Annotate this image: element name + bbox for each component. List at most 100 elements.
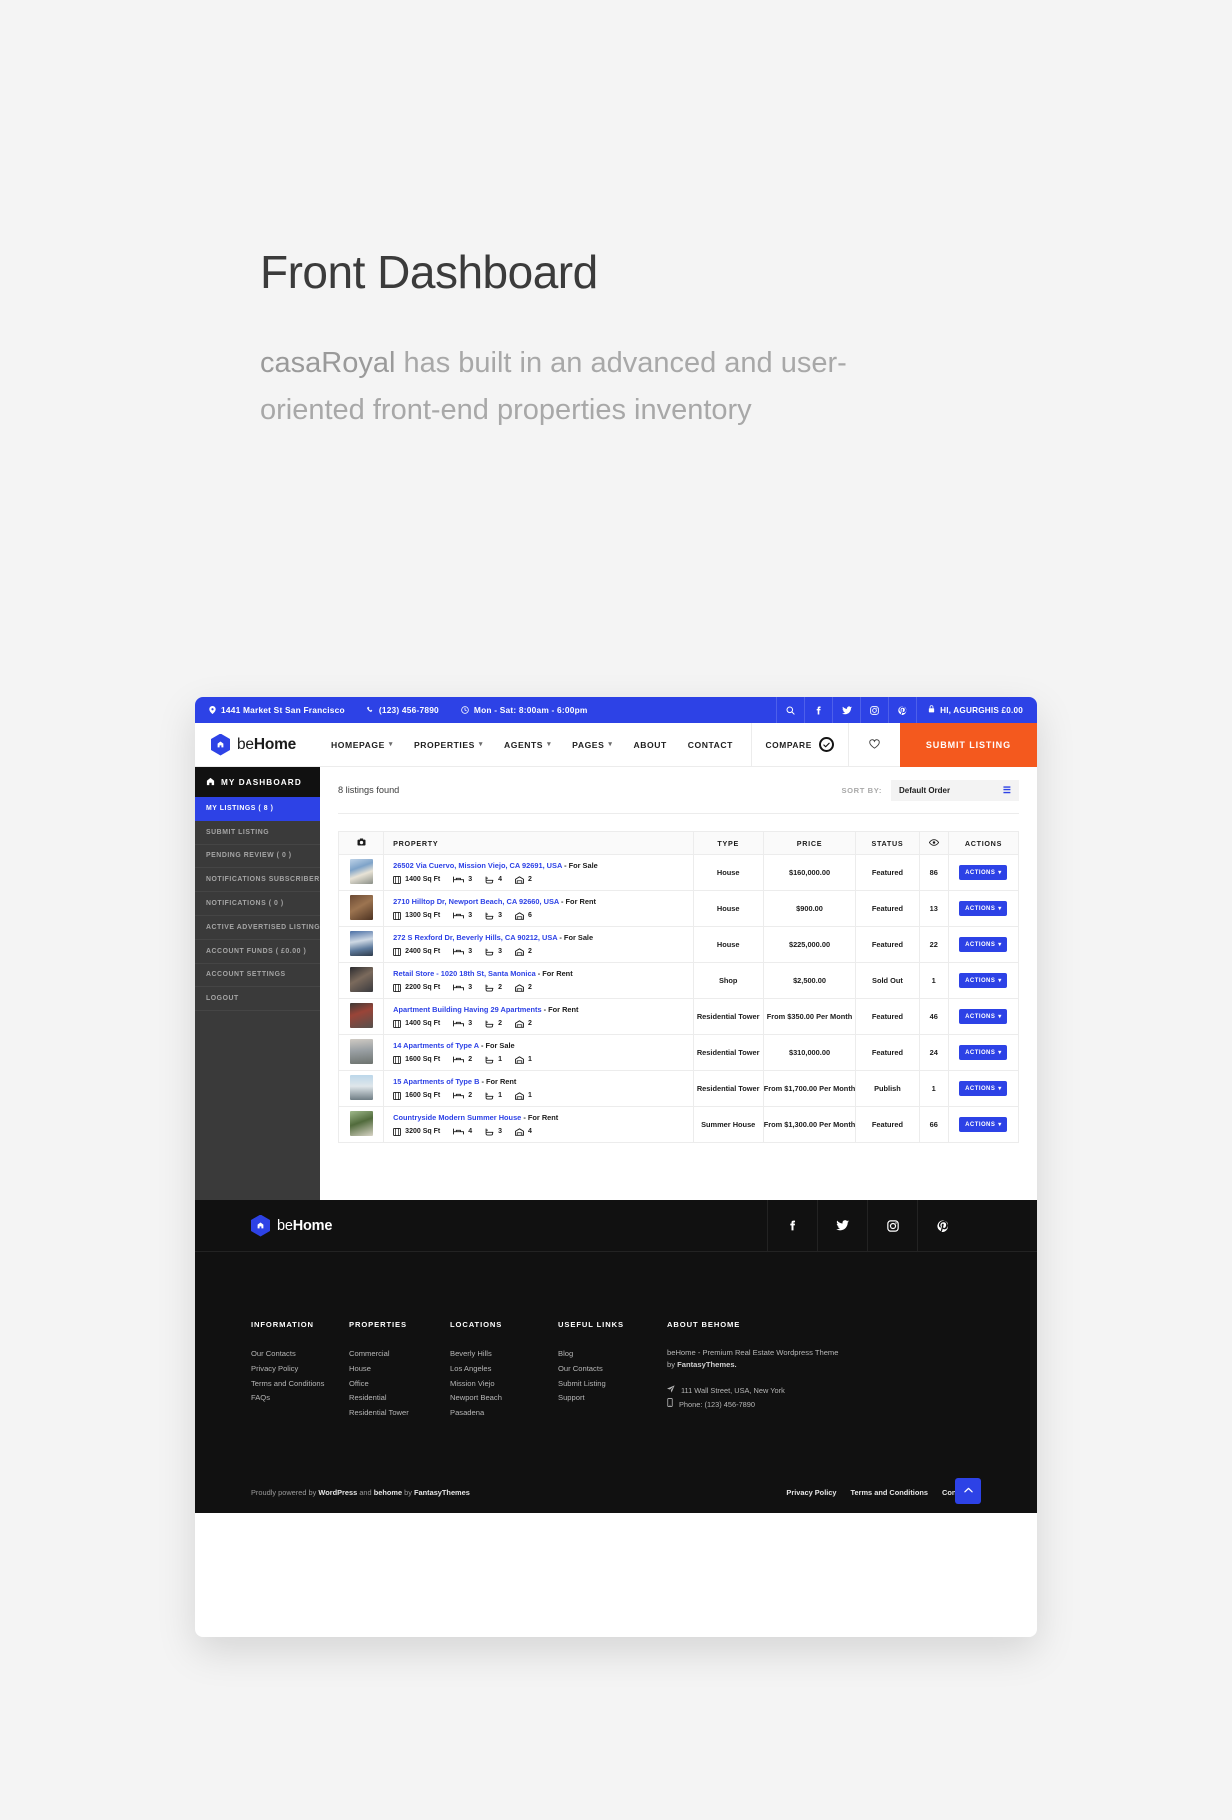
- nav-menu: HOMEPAGE ▾ PROPERTIES ▾ AGENTS ▾ PAGES ▾ ABO…: [331, 740, 733, 750]
- footer-link[interactable]: Privacy Policy: [251, 1362, 349, 1377]
- submit-listing-button[interactable]: SUBMIT LISTING: [899, 722, 1037, 767]
- area-icon: [393, 1019, 402, 1028]
- footer-logo[interactable]: beHome: [195, 1214, 332, 1237]
- site-logo[interactable]: beHome: [195, 733, 319, 756]
- footer-link[interactable]: House: [349, 1362, 450, 1377]
- main-navigation: beHome HOMEPAGE ▾ PROPERTIES ▾ AGENTS ▾ PAG…: [195, 722, 1037, 767]
- sidebar-item-logout[interactable]: LOGOUT: [195, 987, 320, 1012]
- nav-item-pages[interactable]: PAGES ▾: [572, 740, 612, 750]
- sidebar-item-my-listings[interactable]: MY LISTINGS ( 8 ): [195, 797, 320, 821]
- footer-link[interactable]: Mission Viejo: [450, 1377, 558, 1392]
- footer-link[interactable]: Beverly Hills: [450, 1347, 558, 1362]
- sidebar-item-account-funds[interactable]: ACCOUNT FUNDS ( £0.00 ): [195, 940, 320, 964]
- listings-table: PROPERTY TYPE PRICE STATUS ACTIONS 26502…: [337, 831, 1020, 1143]
- bed-icon: [453, 1092, 465, 1099]
- meta-beds: 3: [453, 984, 472, 991]
- header-status: STATUS: [855, 831, 920, 855]
- sidebar-item-account-settings[interactable]: ACCOUNT SETTINGS: [195, 964, 320, 988]
- twitter-icon[interactable]: [832, 697, 860, 723]
- property-thumbnail[interactable]: [349, 1039, 373, 1064]
- actions-button[interactable]: ACTIONS ▾: [959, 1081, 1008, 1096]
- meta-garage: 1: [515, 1092, 532, 1100]
- bed-icon: [453, 912, 465, 919]
- property-link[interactable]: Retail Store - 1020 18th St, Santa Monic…: [393, 969, 536, 978]
- footer-link[interactable]: FAQs: [251, 1391, 349, 1406]
- meta-area: 3200 Sq Ft: [393, 1127, 440, 1136]
- status-badge: Sold Out: [872, 975, 903, 985]
- table-row: 15 Apartments of Type B - For Rent 1600 S…: [337, 1070, 1020, 1107]
- actions-button[interactable]: ACTIONS ▾: [959, 865, 1008, 880]
- sort-order-select[interactable]: Default Order ☰: [891, 779, 1019, 801]
- meta-area: 1400 Sq Ft: [393, 1019, 440, 1028]
- footer-link[interactable]: Our Contacts: [251, 1347, 349, 1362]
- property-link[interactable]: Countryside Modern Summer House: [393, 1113, 521, 1122]
- footer-column-properties: PROPERTIES Commercial House Office Resid…: [349, 1320, 450, 1421]
- cell-actions: ACTIONS ▾: [947, 854, 1020, 891]
- property-thumbnail[interactable]: [349, 931, 373, 956]
- property-link[interactable]: 272 S Rexford Dr, Beverly Hills, CA 9021…: [393, 933, 557, 942]
- cell-type: Residential Tower: [692, 998, 764, 1035]
- logo-text: beHome: [237, 736, 296, 754]
- actions-button[interactable]: ACTIONS ▾: [959, 973, 1008, 988]
- table-row: 26502 Via Cuervo, Mission Viejo, CA 9269…: [337, 854, 1020, 891]
- pinterest-icon[interactable]: [888, 697, 916, 723]
- footer-link[interactable]: Terms and Conditions: [251, 1377, 349, 1392]
- nav-item-homepage[interactable]: HOMEPAGE ▾: [331, 740, 393, 750]
- footer-link[interactable]: Submit Listing: [558, 1377, 667, 1392]
- instagram-icon[interactable]: [860, 697, 888, 723]
- facebook-icon[interactable]: [767, 1199, 817, 1252]
- nav-item-label: PAGES: [572, 739, 605, 750]
- actions-button[interactable]: ACTIONS ▾: [959, 1117, 1008, 1132]
- footer-link[interactable]: Residential Tower: [349, 1406, 450, 1421]
- topbar-address: 1441 Market St San Francisco: [209, 705, 345, 715]
- wishlist-button[interactable]: [847, 722, 900, 767]
- user-account-link[interactable]: HI, AGURGHIS £0.00: [916, 697, 1037, 723]
- property-link[interactable]: 2710 Hilltop Dr, Newport Beach, CA 92660…: [393, 897, 559, 906]
- nav-item-about[interactable]: ABOUT: [633, 740, 666, 750]
- sidebar-item-submit-listing[interactable]: SUBMIT LISTING: [195, 821, 320, 845]
- footer-link[interactable]: Blog: [558, 1347, 667, 1362]
- property-thumbnail[interactable]: [349, 1075, 373, 1100]
- sidebar-item-notifications[interactable]: NOTIFICATIONS ( 0 ): [195, 892, 320, 916]
- property-link[interactable]: 14 Apartments of Type A: [393, 1041, 479, 1050]
- compare-button[interactable]: COMPARE: [750, 722, 848, 767]
- property-link[interactable]: 26502 Via Cuervo, Mission Viejo, CA 9269…: [393, 861, 562, 870]
- nav-item-properties[interactable]: PROPERTIES ▾: [414, 740, 483, 750]
- footer-legal-privacy[interactable]: Privacy Policy: [786, 1488, 836, 1497]
- footer-link[interactable]: Los Angeles: [450, 1362, 558, 1377]
- instagram-icon[interactable]: [867, 1199, 917, 1252]
- pinterest-icon[interactable]: [917, 1199, 967, 1252]
- footer-link[interactable]: Pasadena: [450, 1406, 558, 1421]
- property-link[interactable]: 15 Apartments of Type B: [393, 1077, 479, 1086]
- footer-link[interactable]: Newport Beach: [450, 1391, 558, 1406]
- actions-button[interactable]: ACTIONS ▾: [959, 1009, 1008, 1024]
- footer-link[interactable]: Commercial: [349, 1347, 450, 1362]
- property-deal-type: - For Sale: [559, 933, 594, 943]
- property-link[interactable]: Apartment Building Having 29 Apartments: [393, 1005, 541, 1014]
- property-title: 14 Apartments of Type A - For Sale: [393, 1041, 693, 1051]
- footer-link[interactable]: Our Contacts: [558, 1362, 667, 1377]
- actions-button[interactable]: ACTIONS ▾: [959, 901, 1008, 916]
- property-thumbnail[interactable]: [349, 967, 373, 992]
- facebook-icon[interactable]: [804, 697, 832, 723]
- property-thumbnail[interactable]: [349, 895, 373, 920]
- twitter-icon[interactable]: [817, 1199, 867, 1252]
- sidebar-item-notifications-subscribers[interactable]: NOTIFICATIONS SUBSCRIBERS: [195, 868, 324, 893]
- footer-link[interactable]: Residential: [349, 1391, 450, 1406]
- cell-price: $2,500.00: [762, 962, 857, 999]
- cell-actions: ACTIONS ▾: [947, 962, 1020, 999]
- nav-item-contact[interactable]: CONTACT: [688, 740, 733, 750]
- property-thumbnail[interactable]: [349, 1111, 373, 1136]
- footer-link[interactable]: Office: [349, 1377, 450, 1392]
- footer-link[interactable]: Support: [558, 1391, 667, 1406]
- search-icon[interactable]: [776, 697, 804, 723]
- actions-button[interactable]: ACTIONS ▾: [959, 1045, 1008, 1060]
- sidebar-item-pending-review[interactable]: PENDING REVIEW ( 0 ): [195, 845, 320, 869]
- actions-button[interactable]: ACTIONS ▾: [959, 937, 1008, 952]
- footer-legal-terms[interactable]: Terms and Conditions: [851, 1488, 928, 1497]
- nav-item-agents[interactable]: AGENTS ▾: [504, 740, 551, 750]
- property-thumbnail[interactable]: [349, 859, 373, 884]
- sidebar-item-active-advertised-listings[interactable]: ACTIVE ADVERTISED LISTINGS ( 6 ): [195, 916, 342, 940]
- property-thumbnail[interactable]: [349, 1003, 373, 1028]
- scroll-to-top-button[interactable]: [955, 1477, 981, 1504]
